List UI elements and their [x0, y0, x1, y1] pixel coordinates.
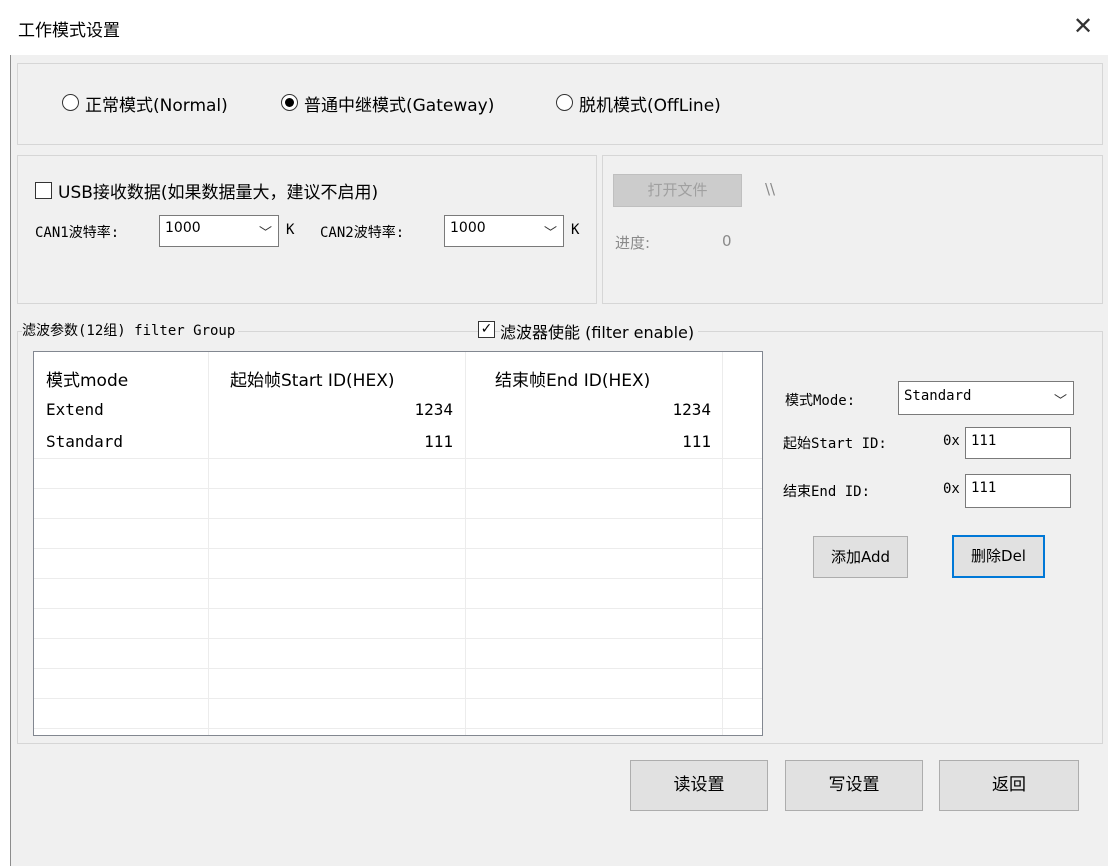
start-id-label: 起始Start ID: — [783, 436, 887, 452]
can2-label: CAN2波特率: — [320, 225, 405, 241]
filter-mode-label: 模式Mode: — [785, 393, 856, 409]
add-button[interactable]: 添加Add — [813, 536, 908, 578]
close-icon[interactable]: ✕ — [1069, 12, 1097, 40]
header-mode[interactable]: 模式mode — [46, 366, 128, 391]
header-end-id[interactable]: 结束帧End ID(HEX) — [495, 366, 650, 391]
row-1-end[interactable]: 1234 — [34, 400, 711, 419]
row-line — [34, 518, 762, 519]
column-divider — [722, 352, 723, 735]
row-line — [34, 578, 762, 579]
can1-label: CAN1波特率: — [35, 225, 120, 241]
radio-offline[interactable] — [556, 94, 573, 111]
row-line — [34, 608, 762, 609]
radio-normal[interactable] — [62, 94, 79, 111]
row-line — [34, 548, 762, 549]
title-bar — [10, 0, 1108, 55]
row-line — [34, 458, 762, 459]
chevron-down-icon: ﹀ — [258, 226, 272, 241]
can1-unit: K — [286, 222, 295, 238]
delete-button[interactable]: 删除Del — [952, 535, 1045, 578]
open-file-button[interactable]: 打开文件 — [613, 174, 742, 207]
can1-combo[interactable]: 1000 ﹀ — [159, 215, 279, 247]
end-id-prefix: 0x — [943, 481, 960, 497]
radio-gateway[interactable] — [281, 94, 298, 111]
end-id-value: 111 — [971, 480, 997, 496]
radio-offline-label: 脱机模式(OffLine) — [579, 96, 721, 116]
chevron-down-icon: ﹀ — [543, 226, 557, 241]
row-line — [34, 698, 762, 699]
end-id-input[interactable]: 111 — [965, 474, 1071, 508]
chevron-down-icon: ﹀ — [1053, 394, 1067, 409]
back-button[interactable]: 返回 — [939, 760, 1079, 811]
usb-checkbox-label: USB接收数据(如果数据量大，建议不启用) — [58, 183, 379, 203]
window-title: 工作模式设置 — [18, 21, 120, 41]
can2-value: 1000 — [450, 220, 486, 236]
row-line — [34, 488, 762, 489]
row-line — [34, 638, 762, 639]
radio-normal-label: 正常模式(Normal) — [85, 96, 228, 116]
checkmark-icon: ✓ — [480, 321, 493, 337]
progress-value: 0 — [722, 232, 732, 250]
filter-enable-checkbox[interactable]: ✓ — [478, 321, 495, 338]
usb-checkbox[interactable] — [35, 182, 52, 199]
start-id-value: 111 — [971, 433, 997, 449]
filter-table[interactable]: 模式mode 起始帧Start ID(HEX) 结束帧End ID(HEX) E… — [33, 351, 763, 736]
radio-gateway-label: 普通中继模式(Gateway) — [304, 96, 495, 116]
start-id-prefix: 0x — [943, 433, 960, 449]
filter-mode-value: Standard — [904, 388, 972, 404]
can1-value: 1000 — [165, 220, 201, 236]
can2-combo[interactable]: 1000 ﹀ — [444, 215, 564, 247]
row-2-end[interactable]: 111 — [34, 432, 711, 451]
filter-group-label: 滤波参数(12组) filter Group — [22, 320, 239, 340]
end-id-label: 结束End ID: — [783, 484, 871, 500]
progress-label: 进度: — [615, 234, 651, 252]
start-id-input[interactable]: 111 — [965, 427, 1071, 459]
can2-unit: K — [571, 222, 580, 238]
header-start-id[interactable]: 起始帧Start ID(HEX) — [230, 366, 394, 391]
filter-mode-combo[interactable]: Standard ﹀ — [898, 381, 1074, 415]
filter-enable-label: 滤波器使能 (filter enable) — [500, 319, 699, 343]
row-line — [34, 668, 762, 669]
write-settings-button[interactable]: 写设置 — [785, 760, 923, 811]
file-path: \\ — [765, 180, 776, 198]
read-settings-button[interactable]: 读设置 — [630, 760, 768, 811]
row-line — [34, 728, 762, 729]
